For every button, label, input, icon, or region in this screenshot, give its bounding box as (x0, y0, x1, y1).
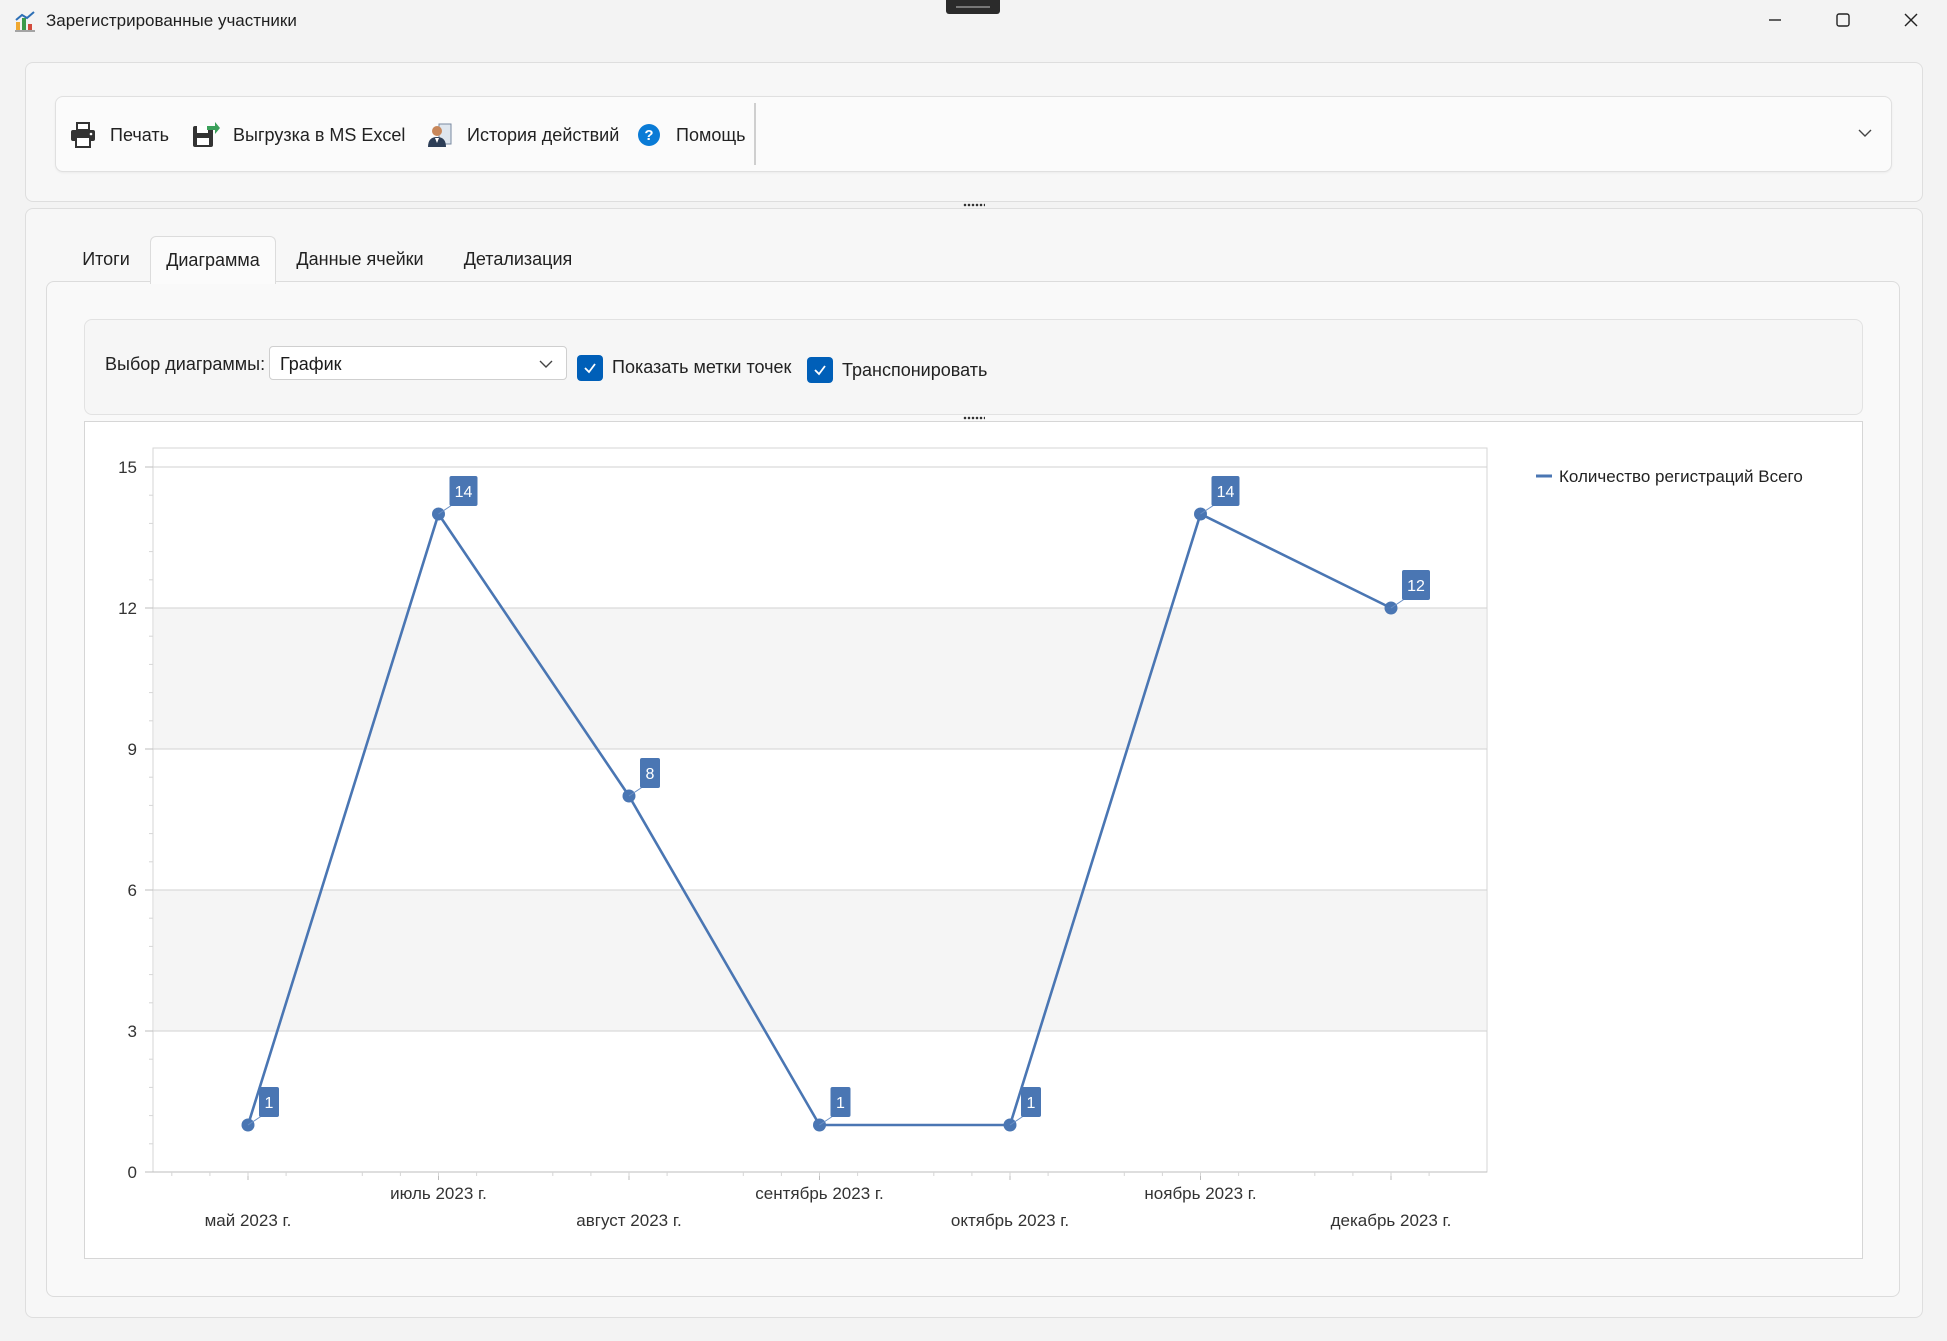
chevron-down-icon (538, 356, 554, 377)
print-label: Печать (110, 124, 169, 145)
x-tick-label: сентябрь 2023 г. (755, 1184, 884, 1203)
app-chart-icon (14, 10, 36, 32)
user-history-icon (425, 120, 455, 150)
show-labels-label: Показать метки точек (612, 357, 792, 377)
checkmark-icon (584, 363, 596, 374)
chart-select-label: Выбор диаграммы: (105, 354, 266, 374)
grid-band (154, 608, 1486, 749)
data-label: 14 (1217, 484, 1235, 501)
y-tick-label: 0 (128, 1163, 137, 1182)
chart-type-value: График (280, 354, 342, 374)
splitter-grip-top[interactable] (963, 203, 985, 207)
history-button[interactable]: История действий (425, 119, 619, 151)
help-button[interactable]: ? Помощь (634, 119, 746, 151)
excel-export-button[interactable]: Выгрузка в MS Excel (191, 119, 405, 151)
tab-chart[interactable]: Диаграмма (150, 236, 276, 284)
minimize-button[interactable] (1741, 0, 1809, 40)
chart-type-select[interactable]: График (269, 346, 567, 380)
maximize-icon (1836, 13, 1850, 27)
tab-details-label: Детализация (463, 248, 573, 269)
tab-totals-label: Итоги (82, 248, 130, 269)
tab-totals[interactable]: Итоги (70, 236, 142, 282)
data-label: 14 (455, 484, 473, 501)
help-label: Помощь (676, 124, 746, 145)
printer-icon (68, 120, 98, 150)
grid-band (154, 890, 1486, 1031)
y-tick-label: 6 (128, 881, 137, 900)
line-chart: 0 3 6 9 12 15 май 2023 г. июль 2023 г. август 20… (118, 447, 1803, 1230)
chevron-down-icon (1858, 129, 1872, 137)
minimize-icon (1769, 19, 1781, 21)
window-title: Зарегистрированные участники (46, 11, 297, 30)
toolbar-separator (754, 103, 756, 165)
toolbar: Печать Выгрузка в MS Excel История дейст… (55, 96, 1892, 172)
x-tick-label: декабрь 2023 г. (1331, 1211, 1452, 1230)
data-label: 1 (265, 1095, 274, 1112)
y-tick-label: 9 (128, 740, 137, 759)
excel-export-label: Выгрузка в MS Excel (233, 124, 406, 145)
data-label: 1 (836, 1095, 845, 1112)
splitter-grip-chart[interactable] (963, 416, 985, 420)
x-tick-label: май 2023 г. (205, 1211, 292, 1230)
chart-area: 0 3 6 9 12 15 май 2023 г. июль 2023 г. август 20… (84, 421, 1863, 1259)
tab-cell-data-label: Данные ячейки (296, 248, 424, 269)
snap-handle[interactable] (946, 0, 1000, 14)
data-label: 1 (1027, 1095, 1036, 1112)
y-tick-label: 12 (118, 599, 137, 618)
x-tick-label: июль 2023 г. (390, 1184, 487, 1203)
tab-details[interactable]: Детализация (455, 236, 581, 282)
show-labels-checkbox[interactable] (577, 355, 603, 381)
data-label: 12 (1407, 578, 1425, 595)
tab-cell-data[interactable]: Данные ячейки (285, 236, 435, 282)
history-label: История действий (467, 124, 620, 145)
x-tick-label: август 2023 г. (576, 1211, 681, 1230)
title-bar: Зарегистрированные участники (0, 0, 1947, 44)
x-tick-label: ноябрь 2023 г. (1144, 1184, 1256, 1203)
maximize-button[interactable] (1809, 0, 1877, 40)
print-button[interactable]: Печать (68, 119, 169, 151)
transpose-checkbox[interactable] (807, 357, 833, 383)
svg-text:?: ? (644, 127, 653, 144)
toolbar-expand-button[interactable] (1857, 125, 1873, 146)
y-tick-label: 15 (118, 458, 137, 477)
legend-label: Количество регистраций Всего (1559, 467, 1803, 486)
checkmark-icon (814, 365, 826, 376)
close-icon (1904, 13, 1918, 27)
help-icon: ? (634, 120, 664, 150)
tab-chart-label: Диаграмма (166, 250, 260, 270)
export-icon (191, 120, 221, 150)
close-button[interactable] (1877, 0, 1945, 40)
transpose-label: Транспонировать (842, 360, 988, 380)
x-tick-label: октябрь 2023 г. (951, 1211, 1069, 1230)
data-label: 8 (646, 766, 655, 783)
y-tick-label: 3 (128, 1022, 137, 1041)
